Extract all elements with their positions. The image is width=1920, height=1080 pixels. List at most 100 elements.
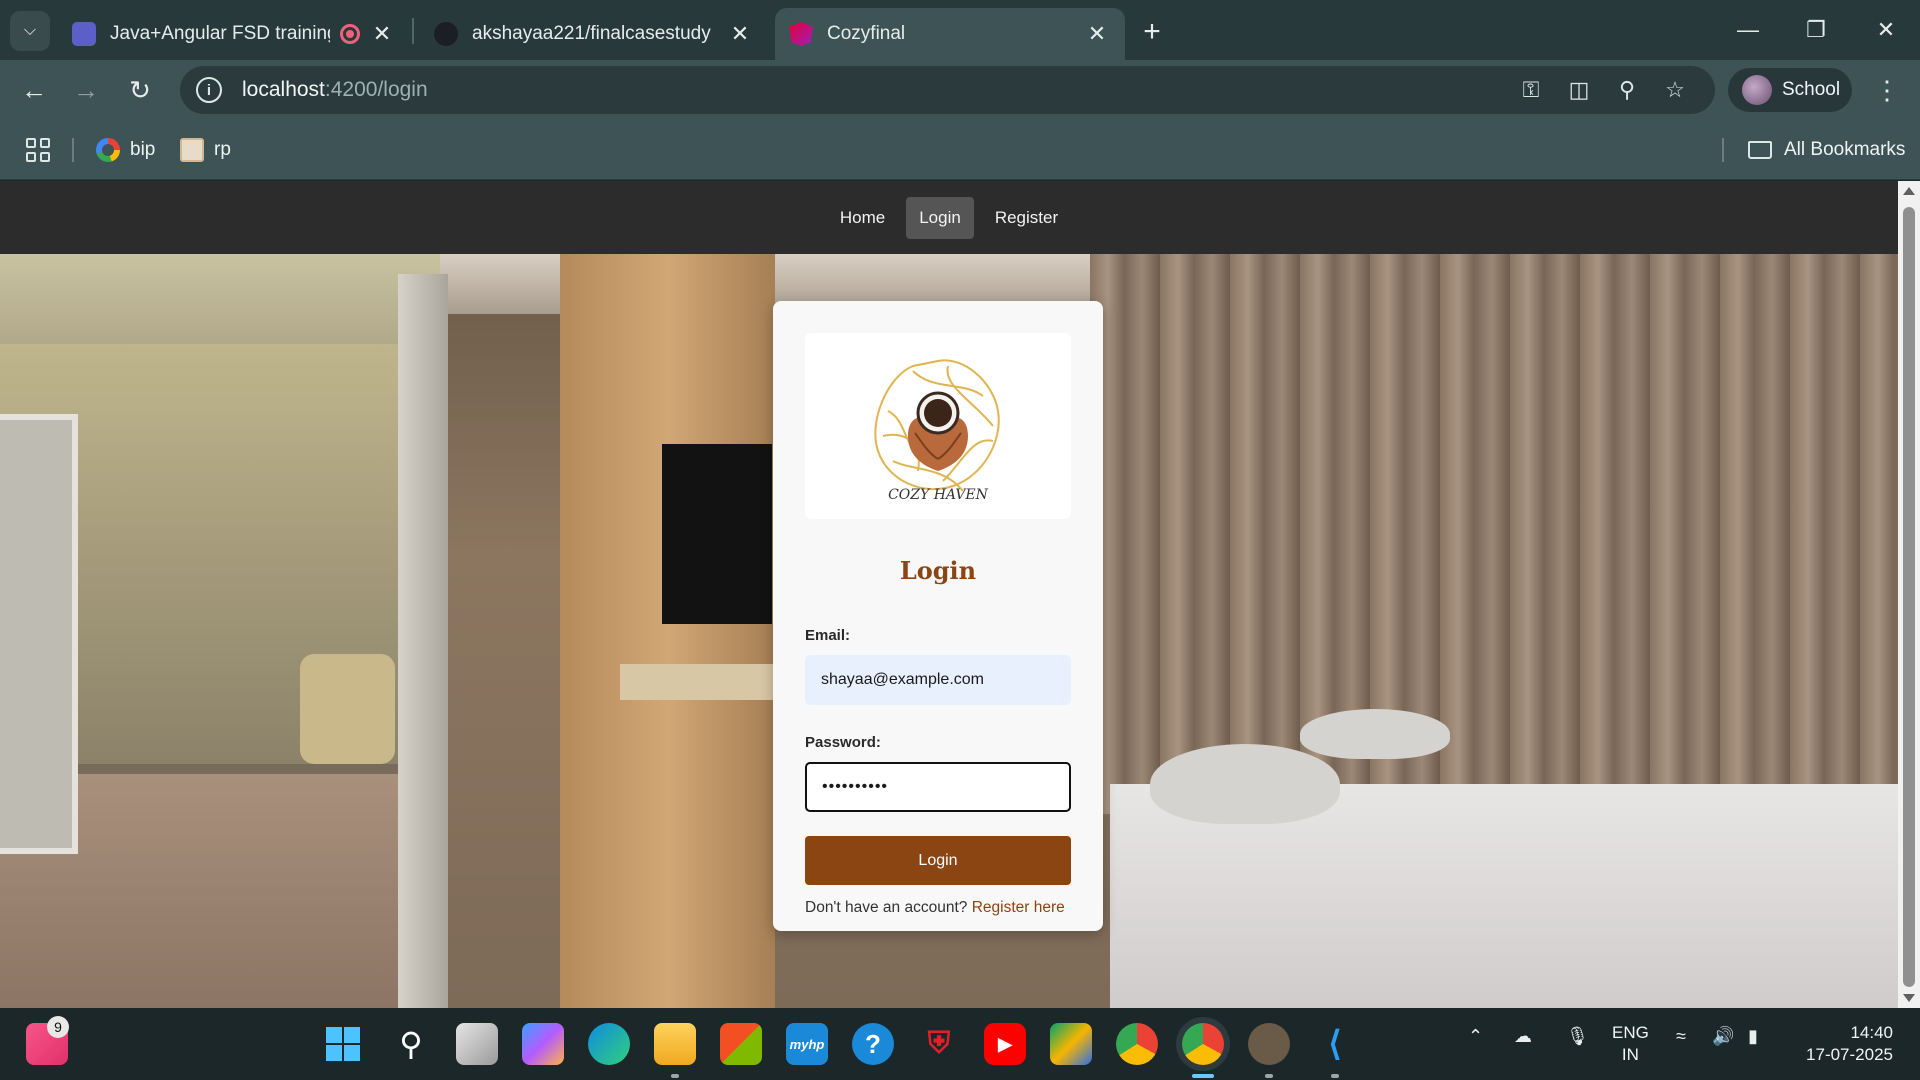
chevron-up-icon[interactable]: ⌃ (1468, 1026, 1483, 1047)
web-page: Home Login Register COZY HAVEN Login Ema… (0, 181, 1898, 1008)
chrome-profile-icon[interactable] (1182, 1023, 1224, 1065)
nav-register[interactable]: Register (982, 197, 1071, 239)
reload-button[interactable]: ↻ (120, 70, 160, 110)
github-icon (434, 22, 458, 46)
help-icon[interactable]: ? (852, 1023, 894, 1065)
email-label: Email: (805, 627, 851, 644)
logo-wordmark: COZY HAVEN (888, 487, 989, 503)
wifi-icon[interactable]: ≈ (1676, 1026, 1686, 1047)
battery-icon[interactable]: ▮ (1748, 1026, 1758, 1047)
password-label: Password: (805, 734, 881, 751)
url-text[interactable]: localhost:4200/login (242, 78, 428, 102)
url-path: :4200/login (324, 78, 428, 101)
address-bar[interactable]: i localhost:4200/login ⚿ ◫ ⚲ ☆ (180, 66, 1715, 114)
start-button[interactable] (322, 1023, 364, 1065)
zoom-icon[interactable]: ⚲ (1612, 75, 1642, 105)
minimize-button[interactable]: — (1728, 10, 1768, 50)
settings-gear-icon[interactable] (1248, 1023, 1290, 1065)
folder-icon (1748, 141, 1772, 159)
profile-button[interactable]: School (1728, 68, 1852, 112)
login-heading: Login (899, 556, 977, 585)
search-icon[interactable]: ⚲ (390, 1023, 432, 1065)
profile-name: School (1782, 79, 1841, 100)
scroll-up-arrow-icon[interactable] (1903, 187, 1915, 195)
page-scrollbar[interactable] (1898, 181, 1920, 1008)
close-tab-icon[interactable]: ✕ (726, 20, 754, 48)
restore-button[interactable]: ❐ (1796, 10, 1836, 50)
clock-time: 14:40 (1850, 1023, 1893, 1042)
scroll-thumb[interactable] (1903, 207, 1915, 987)
avatar (1742, 75, 1772, 105)
register-prompt-line: Don't have an account? Register here (805, 899, 1065, 917)
recording-icon (340, 24, 360, 44)
login-card: COZY HAVEN Login Email: shayaa@example.c… (773, 301, 1103, 931)
tab-title: Cozyfinal (827, 23, 906, 44)
youtube-icon[interactable]: ▶ (984, 1023, 1026, 1065)
nav-home[interactable]: Home (827, 197, 898, 239)
forward-button[interactable]: → (66, 70, 106, 110)
bookmark-bip[interactable]: bip (96, 135, 155, 165)
tab-github[interactable]: akshayaa221/finalcasestudy ✕ (420, 8, 768, 60)
cozy-haven-logo: COZY HAVEN (805, 333, 1071, 519)
bookmarks-bar: bip rp All Bookmarks (0, 120, 1920, 180)
browser-menu-icon[interactable]: ⋮ (1872, 70, 1902, 110)
meet-icon[interactable] (1050, 1023, 1092, 1065)
rp-icon (180, 138, 204, 162)
translate-icon[interactable]: ◫ (1564, 75, 1594, 105)
chrome-icon[interactable] (1116, 1023, 1158, 1065)
new-tab-button[interactable]: + (1134, 14, 1170, 50)
bookmark-label: rp (214, 139, 231, 160)
register-link[interactable]: Register here (972, 899, 1065, 916)
register-prompt: Don't have an account? (805, 899, 968, 916)
tab-cozyfinal[interactable]: Cozyfinal ✕ (775, 8, 1125, 60)
nav-login[interactable]: Login (906, 196, 974, 239)
close-tab-icon[interactable]: ✕ (1083, 20, 1111, 48)
microphone-icon[interactable]: 🎙 (1566, 1026, 1589, 1047)
bookmark-label: bip (130, 139, 156, 160)
system-clock[interactable]: 14:40 17-07-2025 (1793, 1022, 1893, 1066)
angular-icon (789, 22, 813, 46)
windows-taskbar: 9 ⚲ myhp ? ⛨ ▶ ⟨ ⌃ ☁ 🎙 ENG IN ≈ 🔊 ▮ 14:4… (0, 1008, 1920, 1080)
bathrobe (1300, 709, 1450, 759)
tab-title: akshayaa221/finalcasestudy (472, 23, 711, 44)
edge-icon[interactable] (588, 1023, 630, 1065)
chevron-down-icon: ⌵ (23, 22, 37, 39)
file-explorer-icon[interactable] (654, 1023, 696, 1065)
onedrive-icon[interactable]: ☁ (1514, 1026, 1532, 1047)
mcafee-icon[interactable]: ⛨ (918, 1023, 960, 1065)
all-bookmarks-button[interactable]: All Bookmarks (1748, 135, 1905, 165)
password-field[interactable]: •••••••••• (805, 762, 1071, 812)
arrow-left-icon: ← (21, 74, 47, 105)
bookmark-rp[interactable]: rp (180, 135, 231, 165)
adjoining-room (0, 254, 440, 1008)
scroll-down-arrow-icon[interactable] (1903, 994, 1915, 1002)
region-code: IN (1621, 1045, 1639, 1064)
bathrobe (1150, 744, 1340, 824)
bookmark-star-icon[interactable]: ☆ (1660, 75, 1690, 105)
vscode-icon[interactable]: ⟨ (1314, 1023, 1356, 1065)
clock-date: 17-07-2025 (1806, 1045, 1893, 1064)
tab-separator (412, 18, 414, 44)
door (0, 414, 78, 854)
copilot-icon[interactable] (522, 1023, 564, 1065)
task-view-icon[interactable] (456, 1023, 498, 1065)
tab-search-button[interactable]: ⌵ (10, 11, 50, 51)
login-button[interactable]: Login (805, 836, 1071, 885)
browser-toolbar: ← → ↻ i localhost:4200/login ⚿ ◫ ⚲ ☆ Sch… (0, 60, 1920, 120)
bookmark-separator (72, 138, 74, 162)
volume-icon[interactable]: 🔊 (1712, 1026, 1734, 1047)
myhp-icon[interactable]: myhp (786, 1023, 828, 1065)
close-window-button[interactable]: ✕ (1866, 10, 1906, 50)
back-button[interactable]: ← (14, 70, 54, 110)
ms-store-icon[interactable] (720, 1023, 762, 1065)
close-tab-icon[interactable]: ✕ (368, 20, 396, 48)
email-field[interactable]: shayaa@example.com (805, 655, 1071, 705)
language-indicator[interactable]: ENG IN (1612, 1022, 1649, 1066)
url-host: localhost (242, 78, 325, 101)
apps-grid-icon[interactable] (26, 138, 50, 162)
tab-teams[interactable]: Java+Angular FSD training ✕ (58, 8, 410, 60)
wood-panel-wall (560, 254, 775, 1008)
site-info-icon[interactable]: i (196, 77, 222, 103)
password-key-icon[interactable]: ⚿ (1516, 75, 1546, 105)
tab-title: Java+Angular FSD training (110, 23, 330, 44)
